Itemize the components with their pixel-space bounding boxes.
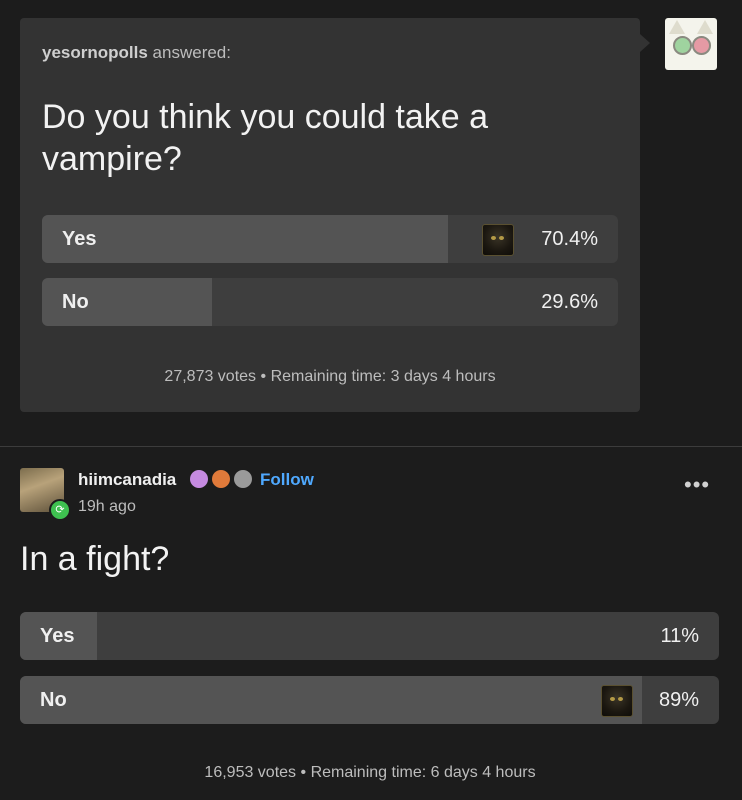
badge-icon bbox=[212, 470, 230, 488]
meta-separator: • bbox=[260, 368, 267, 385]
post-timestamp: 19h ago bbox=[78, 498, 136, 515]
vote-count: 27,873 votes bbox=[164, 368, 257, 385]
poll-option-percent: 70.4% bbox=[541, 228, 598, 250]
poll-option-percent: 29.6% bbox=[541, 291, 598, 313]
poll-question: In a fight? bbox=[20, 540, 170, 578]
answered-header: yesornopolls answered: bbox=[42, 43, 231, 63]
poll-option-label: No bbox=[62, 291, 89, 313]
voter-avatar bbox=[482, 224, 514, 256]
poll-meta: 16,953 votes • Remaining time: 6 days 4 … bbox=[20, 764, 720, 782]
poll-meta: 27,873 votes • Remaining time: 3 days 4 … bbox=[20, 368, 640, 386]
meta-separator: • bbox=[300, 764, 307, 781]
poll-option-yes[interactable]: Yes 70.4% bbox=[42, 215, 618, 263]
post-divider bbox=[0, 446, 742, 447]
vote-count: 16,953 votes bbox=[204, 764, 297, 781]
answered-poll-card: yesornopolls answered: Do you think you … bbox=[20, 18, 650, 412]
poll-option-no[interactable]: No 29.6% bbox=[42, 278, 618, 326]
poll-fill-no bbox=[20, 676, 643, 724]
poll-option-percent: 11% bbox=[660, 625, 699, 647]
poll-option-no[interactable]: No 89% bbox=[20, 676, 719, 724]
reblog-icon: ⟳ bbox=[49, 499, 71, 521]
badge-icon bbox=[234, 470, 252, 488]
cat-eye bbox=[692, 36, 711, 55]
voter-avatar bbox=[601, 685, 633, 717]
poll-option-yes[interactable]: Yes 11% bbox=[20, 612, 719, 660]
poll-option-label: Yes bbox=[62, 228, 97, 250]
badge-icon bbox=[190, 470, 208, 488]
cat-ear bbox=[697, 20, 713, 34]
remaining-time: Remaining time: 3 days 4 hours bbox=[270, 368, 496, 385]
poll-option-label: No bbox=[40, 689, 67, 711]
poll-question: Do you think you could take a vampire? bbox=[42, 98, 489, 178]
answered-label: answered: bbox=[152, 43, 231, 62]
poll-option-label: Yes bbox=[40, 625, 75, 647]
remaining-time: Remaining time: 6 days 4 hours bbox=[310, 764, 536, 781]
follow-button[interactable]: Follow bbox=[260, 470, 314, 490]
ellipsis-icon[interactable]: ••• bbox=[684, 474, 710, 496]
answerer-name[interactable]: yesornopolls bbox=[42, 43, 148, 62]
answerer-avatar[interactable] bbox=[665, 18, 717, 70]
username[interactable]: hiimcanadia bbox=[78, 470, 176, 490]
poll-fill-yes bbox=[42, 215, 448, 263]
cat-ear bbox=[669, 20, 685, 34]
poll-option-percent: 89% bbox=[658, 689, 699, 711]
cat-eye bbox=[673, 36, 692, 55]
